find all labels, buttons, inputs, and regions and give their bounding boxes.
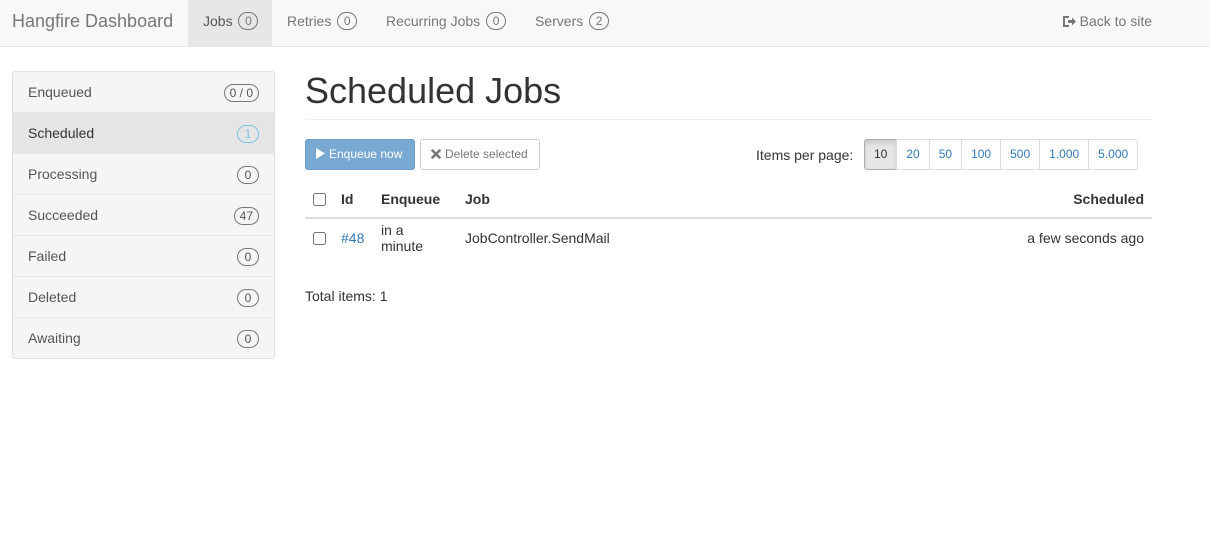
total-items-text: Total items: 1 xyxy=(305,288,388,304)
page-size-option[interactable]: 5.000 xyxy=(1088,139,1139,170)
sidebar-item-deleted[interactable]: Deleted 0 xyxy=(13,276,274,317)
select-all-cell xyxy=(305,180,333,219)
remove-icon xyxy=(431,147,445,161)
row-checkbox[interactable] xyxy=(313,232,326,246)
items-per-page-label: Items per page: xyxy=(756,147,854,163)
sidebar-item-label: Succeeded xyxy=(28,207,99,223)
sidebar-item-failed[interactable]: Failed 0 xyxy=(13,235,274,276)
page-size-option[interactable]: 1.000 xyxy=(1039,139,1090,170)
page-size-option[interactable]: 100 xyxy=(961,139,1002,170)
table-header-row: Id Enqueue Job Scheduled xyxy=(305,180,1152,219)
sidebar-item-awaiting[interactable]: Awaiting 0 xyxy=(13,317,274,358)
back-to-site-link[interactable]: Back to site xyxy=(1062,0,1152,46)
page-size-option[interactable]: 20 xyxy=(896,139,930,170)
row-select-cell xyxy=(305,218,333,256)
scheduled-jobs-table: Id Enqueue Job Scheduled #48 in a minute… xyxy=(305,180,1152,256)
sidebar-item-label: Awaiting xyxy=(28,330,81,346)
page-size-option[interactable]: 10 xyxy=(864,139,898,170)
nav-item-servers[interactable]: Servers 2 xyxy=(520,0,624,46)
sidebar-item-label: Processing xyxy=(28,166,98,182)
sidebar-count-badge: 47 xyxy=(233,207,259,225)
nav-item-jobs[interactable]: Jobs 0 xyxy=(188,0,272,46)
job-name-cell: JobController.SendMail xyxy=(465,229,610,246)
nav-count-badge: 0 xyxy=(337,12,358,30)
sidebar-count-badge: 0 xyxy=(237,289,259,307)
sidebar-count-badge: 0 xyxy=(237,330,259,348)
page-size-option[interactable]: 50 xyxy=(928,139,963,170)
enqueue-now-label: Enqueue now xyxy=(329,147,403,161)
nav-count-badge: 0 xyxy=(486,12,507,30)
nav-count-badge: 2 xyxy=(589,12,610,30)
delete-selected-button[interactable]: Delete selected xyxy=(420,139,540,170)
brand-link[interactable]: Hangfire Dashboard xyxy=(12,0,173,46)
sidebar-item-scheduled[interactable]: Scheduled 1 xyxy=(13,112,274,153)
enqueue-cell: in a minute xyxy=(381,221,424,254)
page-size-option[interactable]: 500 xyxy=(1000,139,1041,170)
nav-item-recurring-jobs[interactable]: Recurring Jobs 0 xyxy=(371,0,521,46)
sidebar-count-badge: 0 xyxy=(237,248,259,266)
sidebar-count-badge: 0 / 0 xyxy=(223,84,259,102)
column-header-id: Id xyxy=(333,180,373,219)
nav-item-label: Retries xyxy=(287,13,332,29)
page-title: Scheduled Jobs xyxy=(305,70,562,111)
nav-item-retries[interactable]: Retries 0 xyxy=(272,0,372,46)
scheduled-cell: a few seconds ago xyxy=(1027,229,1144,246)
sidebar-item-label: Scheduled xyxy=(28,125,95,141)
sidebar-item-label: Failed xyxy=(28,248,67,264)
nav-item-label: Servers xyxy=(535,13,584,29)
title-divider xyxy=(305,119,1152,120)
top-navbar: Hangfire Dashboard Jobs 0 Retries 0 Recu… xyxy=(0,0,1210,47)
sidebar-item-succeeded[interactable]: Succeeded 47 xyxy=(13,194,274,235)
sidebar-item-enqueued[interactable]: Enqueued 0 / 0 xyxy=(13,72,274,112)
job-id-link[interactable]: #48 xyxy=(341,230,364,246)
sidebar-item-processing[interactable]: Processing 0 xyxy=(13,153,274,194)
sidebar-count-badge: 1 xyxy=(237,125,259,143)
page-size-selector: 10 20 50 100 500 1.000 5.000 xyxy=(864,139,1139,170)
nav-item-label: Recurring Jobs xyxy=(386,13,481,29)
job-states-sidebar: Enqueued 0 / 0 Scheduled 1 Processing 0 … xyxy=(12,71,275,359)
delete-selected-label: Delete selected xyxy=(445,147,528,161)
play-icon xyxy=(316,147,329,161)
sidebar-count-badge: 0 xyxy=(237,166,259,184)
sidebar-item-label: Deleted xyxy=(28,289,77,305)
nav-item-label: Jobs xyxy=(203,13,233,29)
column-header-job: Job xyxy=(457,180,838,219)
table-row: #48 in a minute JobController.SendMail a… xyxy=(305,218,1152,256)
enqueue-now-button[interactable]: Enqueue now xyxy=(305,139,415,170)
select-all-checkbox[interactable] xyxy=(313,193,326,207)
sidebar-item-label: Enqueued xyxy=(28,84,92,100)
sign-out-icon xyxy=(1062,13,1080,29)
job-id-cell: #48 xyxy=(333,218,373,256)
column-header-scheduled: Scheduled xyxy=(837,180,1152,219)
back-to-site-label: Back to site xyxy=(1079,13,1152,29)
nav-count-badge: 0 xyxy=(238,12,259,30)
column-header-enqueue: Enqueue xyxy=(373,180,457,219)
